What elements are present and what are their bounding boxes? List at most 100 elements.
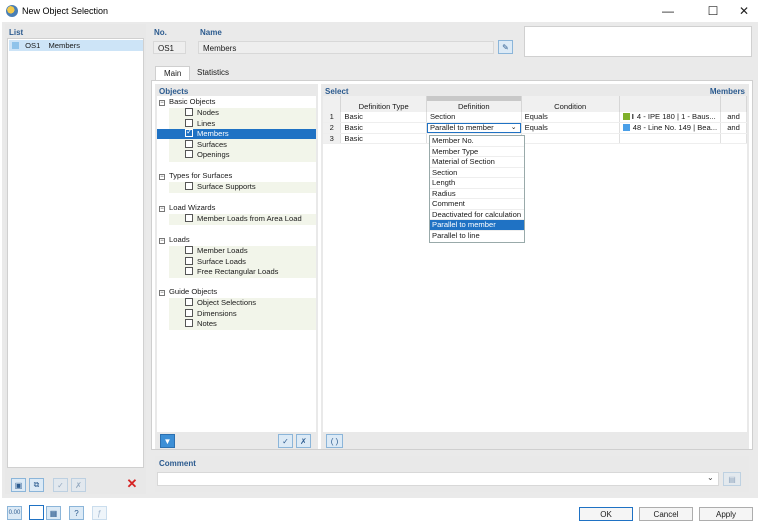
column-header-logic <box>720 101 747 112</box>
tree-item-object-selections[interactable]: Object Selections <box>185 298 256 308</box>
cell-definition-type[interactable]: Basic <box>340 111 427 123</box>
cell-logic[interactable]: and <box>720 111 747 123</box>
help-icon[interactable]: ? <box>69 506 84 520</box>
bracket-button[interactable]: ( ) <box>326 434 343 448</box>
checkbox-member-loads[interactable] <box>185 246 193 254</box>
collapse-icon[interactable]: − <box>159 238 165 244</box>
new-list-item-icon[interactable]: ▣ <box>11 478 26 492</box>
list-item[interactable]: OS1 Members <box>9 40 143 51</box>
checkbox-dimensions[interactable] <box>185 308 193 317</box>
checkbox-surface-supports[interactable] <box>185 182 193 190</box>
dropdown-option[interactable]: Section <box>430 168 524 178</box>
table-row[interactable]: 2 Basic Parallel to member ⌄ Equals 48 -… <box>323 122 747 134</box>
checkbox-lines[interactable] <box>185 118 193 127</box>
tree-group-basic-objects[interactable]: − Basic Objects <box>159 97 215 107</box>
checkbox-openings[interactable] <box>185 150 193 158</box>
apply-button[interactable]: Apply <box>699 507 753 521</box>
collapse-icon[interactable]: − <box>159 290 165 296</box>
tree-item-notes[interactable]: Notes <box>185 319 217 329</box>
units-icon[interactable]: 0.00 <box>7 506 22 520</box>
tree-item-surface-loads[interactable]: Surface Loads <box>185 256 246 267</box>
cancel-button[interactable]: Cancel <box>639 507 693 521</box>
tree-item-free-rectangular-loads[interactable]: Free Rectangular Loads <box>185 267 278 277</box>
cell-definition[interactable]: Section <box>426 111 522 123</box>
model-icon[interactable]: ▦ <box>46 506 61 520</box>
checkbox-notes[interactable] <box>185 319 193 327</box>
chevron-down-icon[interactable]: ⌄ <box>707 473 714 482</box>
comment-input[interactable] <box>157 472 719 486</box>
cell-condition[interactable]: Equals <box>521 111 620 123</box>
dropdown-option[interactable]: Length <box>430 178 524 189</box>
collapse-icon[interactable]: − <box>159 174 165 180</box>
collapse-icon[interactable]: − <box>159 206 165 212</box>
cell-value[interactable] <box>619 133 722 144</box>
minimize-icon[interactable]: — <box>650 0 686 22</box>
dropdown-option-selected[interactable]: Parallel to member <box>430 220 524 231</box>
checkbox-members[interactable] <box>185 127 193 137</box>
filter-icon[interactable]: ▼ <box>160 434 175 448</box>
copy-list-item-icon[interactable]: ⧉ <box>29 478 44 492</box>
cell-definition-dropdown[interactable]: Parallel to member ⌄ <box>426 122 522 134</box>
tree-item-members[interactable]: Members <box>157 127 316 139</box>
column-header-definition-type[interactable]: Definition Type <box>340 101 427 112</box>
number-field[interactable]: OS1 <box>153 41 186 54</box>
name-field[interactable]: Members <box>198 41 494 54</box>
tree-item-surface-supports[interactable]: Surface Supports <box>185 182 256 192</box>
tree-group-types-for-surfaces[interactable]: − Types for Surfaces <box>159 171 232 181</box>
cell-definition-type[interactable]: Basic <box>340 122 427 134</box>
tree-group-guide-objects[interactable]: − Guide Objects <box>159 287 217 297</box>
tree-item-member-loads-from-area-load[interactable]: Member Loads from Area Load <box>185 214 302 224</box>
checkbox-free-rectangular-loads[interactable] <box>185 267 193 275</box>
tree-item-openings[interactable]: Openings <box>185 150 230 160</box>
checkbox-surfaces[interactable] <box>185 139 193 148</box>
checkbox-member-loads-from-area-load[interactable] <box>185 214 193 222</box>
tab-main[interactable]: Main <box>155 66 191 80</box>
uncheck-selected-icon[interactable]: ✗ <box>296 434 311 448</box>
checkbox-object-selections[interactable] <box>185 298 193 306</box>
cell-definition-type[interactable]: Basic <box>340 133 427 144</box>
cell-value[interactable]: I4 - IPE 180 | 1 - Baus... <box>619 111 722 123</box>
delete-icon[interactable]: ✕ <box>125 477 139 491</box>
check-selected-icon[interactable]: ✓ <box>278 434 293 448</box>
collapse-icon[interactable]: − <box>159 100 165 106</box>
cell-logic[interactable] <box>720 133 747 144</box>
tree-item-nodes[interactable]: Nodes <box>185 108 219 118</box>
definition-dropdown-list[interactable]: Member No. Member Type Material of Secti… <box>429 135 525 243</box>
close-icon[interactable]: ✕ <box>726 0 760 22</box>
cell-value[interactable]: 48 - Line No. 149 | Bea... <box>619 122 722 134</box>
tree-group-loads[interactable]: − Loads <box>159 235 190 245</box>
check-all-icon[interactable]: ✓ <box>53 478 68 492</box>
dropdown-option[interactable]: Member No. <box>430 136 524 147</box>
uncheck-all-icon[interactable]: ✗ <box>71 478 86 492</box>
dropdown-option[interactable]: Deactivated for calculation <box>430 210 524 220</box>
dropdown-option[interactable]: Material of Section <box>430 157 524 168</box>
table-row[interactable]: 1 Basic Section Equals I4 - IPE 180 | 1 … <box>323 111 747 123</box>
edit-name-icon[interactable]: ✎ <box>498 40 513 54</box>
checkbox-surface-loads[interactable] <box>185 256 193 265</box>
formula-icon[interactable]: ƒ <box>92 506 107 520</box>
dropdown-option[interactable]: Member Type <box>430 147 524 157</box>
tree-item-member-loads[interactable]: Member Loads <box>185 246 248 256</box>
comment-library-icon[interactable]: ▤ <box>723 472 741 486</box>
list-panel: List OS1 Members ▣ ⧉ ✓ ✗ ✕ <box>5 24 146 494</box>
column-header-condition[interactable]: Condition <box>521 101 620 112</box>
row-number: 1 <box>323 111 342 123</box>
dropdown-option[interactable]: Radius <box>430 189 524 199</box>
dropdown-option[interactable]: Parallel to line <box>430 231 524 242</box>
cell-condition[interactable] <box>521 133 620 144</box>
cell-logic[interactable]: and <box>720 122 747 134</box>
chevron-down-icon[interactable]: ⌄ <box>511 124 517 132</box>
tree-item-dimensions[interactable]: Dimensions <box>185 308 237 319</box>
row-number: 3 <box>323 133 342 144</box>
dropdown-option[interactable]: Comment <box>430 199 524 210</box>
tree-item-surfaces[interactable]: Surfaces <box>185 139 227 150</box>
column-header-definition[interactable]: Definition <box>426 101 522 112</box>
objects-tree: −Basic Objects Nodes Lines Members Surfa… <box>157 96 316 432</box>
tab-statistics[interactable]: Statistics <box>189 66 237 80</box>
cell-condition[interactable]: Equals <box>521 122 620 134</box>
checkbox-nodes[interactable] <box>185 108 193 116</box>
ok-button[interactable]: OK <box>579 507 633 521</box>
view-icon[interactable] <box>29 505 44 520</box>
tree-group-load-wizards[interactable]: − Load Wizards <box>159 203 215 213</box>
table-row[interactable]: 3 Basic <box>323 133 747 144</box>
